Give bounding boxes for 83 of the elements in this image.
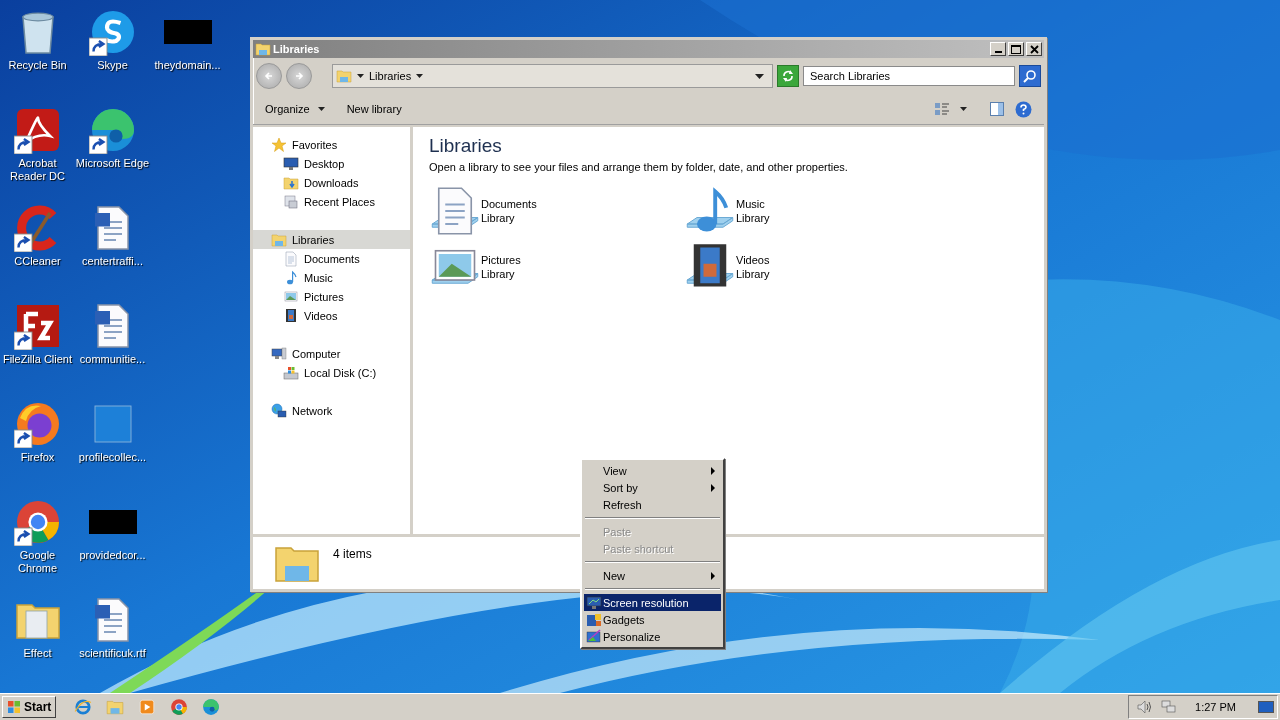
page-heading: Libraries — [429, 135, 503, 157]
caret-icon — [357, 74, 364, 78]
close-button[interactable] — [1026, 42, 1042, 56]
refresh-icon — [781, 69, 795, 83]
menu-item[interactable]: New — [584, 567, 721, 584]
back-button[interactable] — [256, 63, 282, 89]
disk-drive-icon — [283, 364, 299, 381]
skype-icon — [88, 8, 137, 56]
recent-places-icon — [283, 193, 299, 210]
menu-item[interactable]: Sort by — [584, 479, 721, 496]
window-title: Libraries — [273, 43, 320, 55]
start-button[interactable]: Start — [2, 696, 57, 718]
menu-item[interactable]: Screen resolution — [584, 594, 721, 611]
caret-icon — [416, 74, 424, 78]
submenu-arrow-icon — [711, 571, 715, 580]
address-bar[interactable]: Libraries — [332, 64, 773, 88]
menu-item[interactable]: Personalize — [584, 628, 721, 645]
libraries-icon — [271, 231, 287, 248]
media-player-icon — [138, 698, 157, 716]
caret-icon[interactable] — [960, 107, 967, 111]
picture-icon — [283, 288, 299, 305]
globe-icon — [271, 402, 287, 419]
network-icon[interactable] — [1161, 700, 1178, 714]
edge-icon — [202, 698, 221, 716]
menu-button[interactable]: Organize — [259, 100, 331, 118]
folder-icon — [106, 698, 125, 716]
film-icon — [283, 307, 299, 324]
nav-item[interactable]: Downloads — [253, 173, 410, 192]
nav-item[interactable]: Local Disk (C:) — [253, 363, 410, 382]
chrome-icon — [13, 498, 62, 546]
nav-item[interactable]: Music — [253, 268, 410, 287]
nav-item[interactable]: Documents — [253, 249, 410, 268]
gadgets-icon — [585, 611, 602, 628]
forward-button[interactable] — [286, 63, 312, 89]
preview-pane-icon[interactable] — [989, 101, 1005, 117]
firefox-icon — [13, 400, 62, 448]
document-icon — [283, 250, 299, 267]
document-library-icon — [429, 185, 481, 237]
menu-item[interactable]: Gadgets — [584, 611, 721, 628]
libraries-icon — [336, 68, 352, 84]
help-icon[interactable] — [1015, 100, 1032, 118]
description: Open a library to see your files and arrange them by folder, date, and other properties. — [429, 161, 849, 173]
nav-item[interactable]: Desktop — [253, 154, 410, 173]
search-button[interactable] — [1019, 65, 1041, 87]
download-folder-icon — [283, 174, 299, 191]
close-icon — [1029, 44, 1039, 54]
nav-item[interactable]: Recent Places — [253, 192, 410, 211]
maximize-button[interactable] — [1008, 42, 1024, 56]
menu-item[interactable]: Refresh — [584, 496, 721, 513]
nav-item[interactable]: Favorites — [253, 135, 410, 154]
internet-explorer-icon — [74, 698, 93, 716]
nav-item[interactable]: Videos — [253, 306, 410, 325]
refresh-button[interactable] — [777, 65, 799, 87]
filezilla-icon — [13, 302, 62, 350]
view-options-icon[interactable] — [934, 101, 950, 117]
nav-item[interactable]: Pictures — [253, 287, 410, 306]
computer-icon — [271, 345, 287, 362]
library-item[interactable]: Music Library — [684, 185, 939, 237]
minimize-button[interactable] — [990, 42, 1006, 56]
monitor-icon — [585, 594, 602, 611]
monitor-icon — [283, 155, 299, 172]
nav-item[interactable]: Network — [253, 401, 410, 420]
caret-icon — [317, 107, 325, 111]
speaker-icon[interactable] — [1137, 700, 1154, 714]
libraries-icon — [255, 41, 271, 57]
search-icon — [1023, 69, 1037, 83]
library-item[interactable]: Videos Library — [684, 241, 939, 293]
star-icon — [271, 136, 287, 153]
menu-item[interactable]: View — [584, 462, 721, 479]
search-field[interactable]: Search Libraries — [803, 66, 1015, 86]
windows-logo-icon — [7, 700, 21, 714]
dropdown-caret-icon[interactable] — [755, 73, 764, 79]
clock[interactable]: 1:27 PM — [1195, 701, 1236, 713]
library-item[interactable]: Documents Library — [429, 185, 684, 237]
acrobat-icon — [13, 106, 62, 154]
toolbar-button[interactable]: New library — [340, 100, 408, 118]
personalize-icon — [585, 628, 602, 645]
nav-item[interactable]: Libraries — [253, 230, 410, 249]
item-count: 4 items — [333, 547, 372, 561]
edge-icon — [88, 106, 137, 154]
chrome-icon — [170, 698, 189, 716]
library-item[interactable]: Pictures Library — [429, 241, 684, 293]
nav-item[interactable]: Computer — [253, 344, 410, 363]
